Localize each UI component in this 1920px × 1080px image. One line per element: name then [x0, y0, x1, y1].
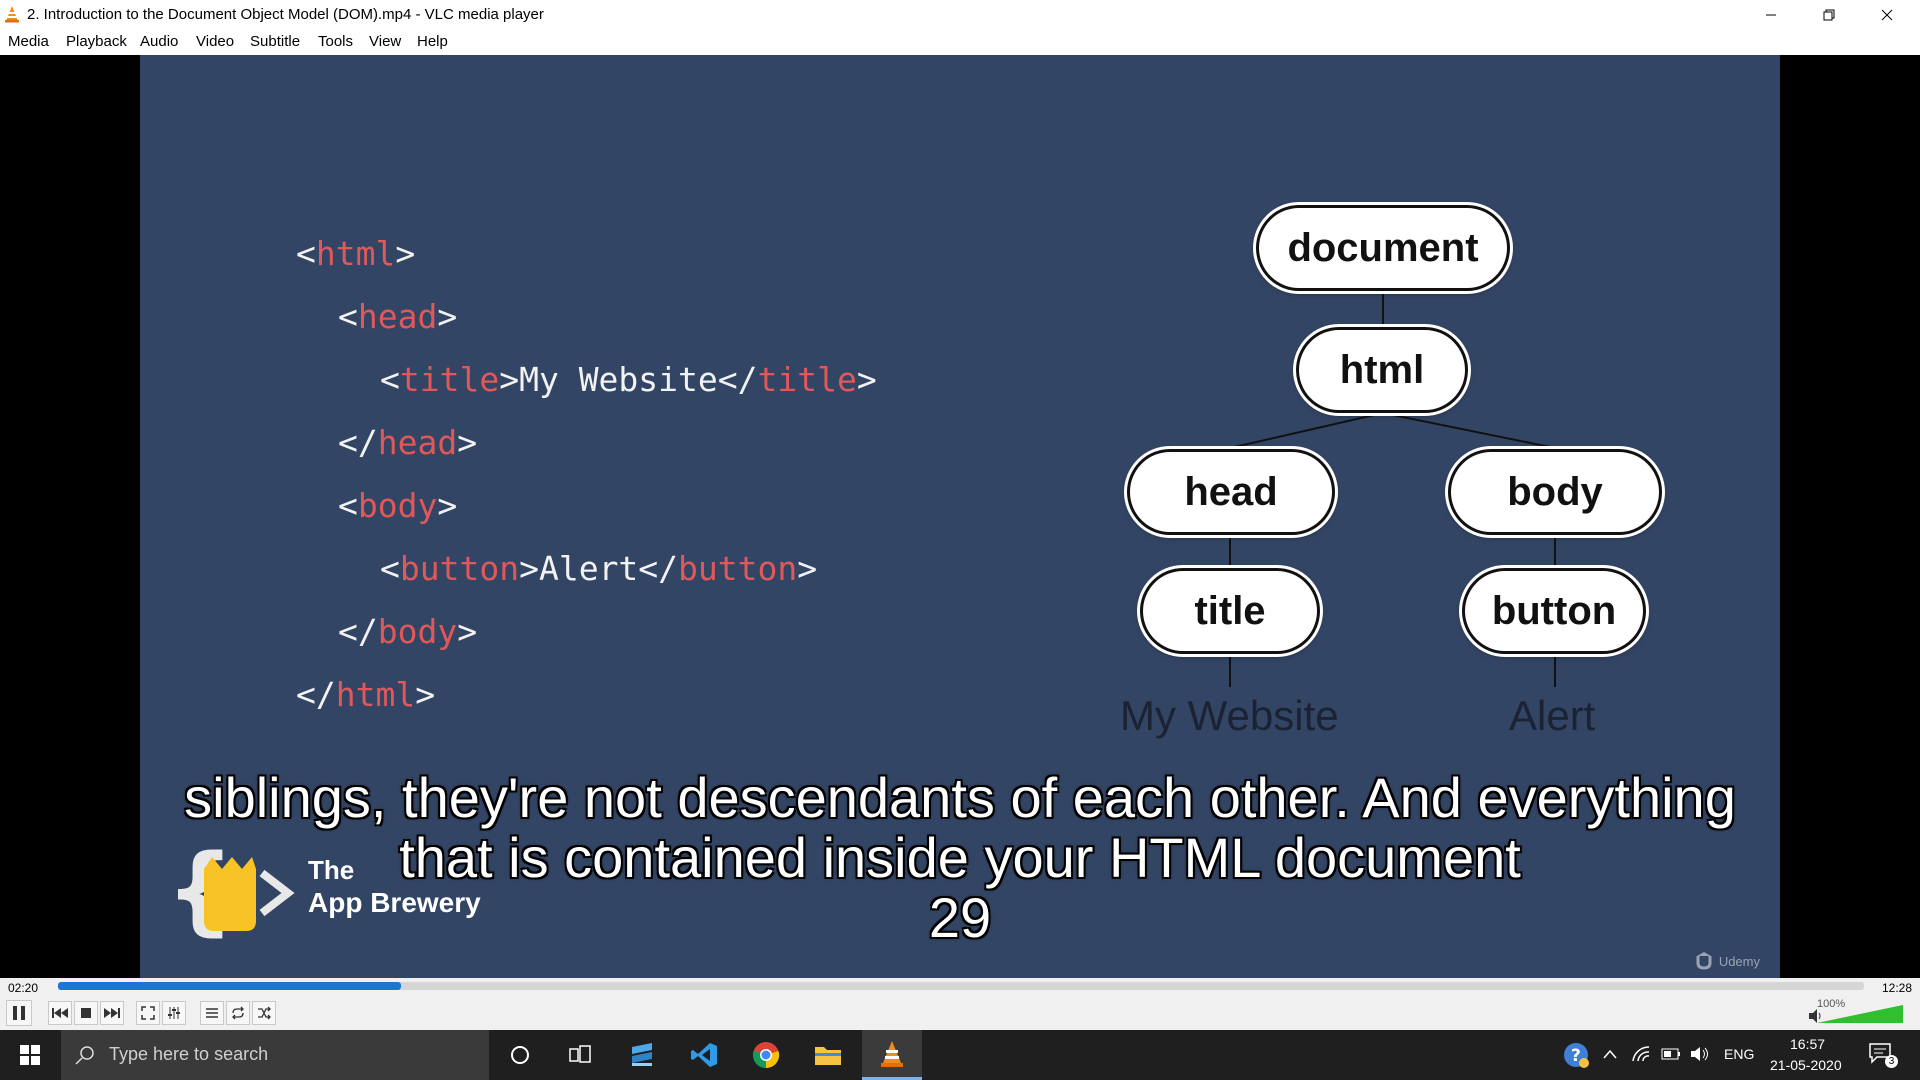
- minimize-icon: [1766, 14, 1776, 15]
- tree-text-alert: Alert: [1509, 692, 1596, 739]
- stop-button[interactable]: [74, 1001, 98, 1025]
- window-title: 2. Introduction to the Document Object M…: [27, 6, 544, 23]
- vlc-icon: [881, 1040, 903, 1067]
- menu-view[interactable]: View: [369, 33, 401, 50]
- restore-button[interactable]: [1800, 0, 1858, 29]
- stop-icon: [81, 1008, 91, 1018]
- cortana-icon: [511, 1046, 529, 1064]
- menu-bar: Media Playback Audio Video Subtitle Tool…: [0, 29, 1920, 55]
- clock-date[interactable]: 21-05-2020: [1770, 1057, 1842, 1073]
- subtitle-line-3: 29: [928, 886, 992, 949]
- language-indicator[interactable]: ENG: [1724, 1046, 1754, 1062]
- loop-icon: [232, 1006, 244, 1020]
- windows-icon: [20, 1045, 40, 1065]
- volume-slider[interactable]: 100%: [1815, 998, 1905, 1025]
- tree-node-head: head: [1127, 449, 1335, 535]
- taskbar-app-vscode[interactable]: [676, 1030, 732, 1080]
- playlist-icon: [206, 1008, 218, 1018]
- seek-bar[interactable]: [58, 982, 1864, 990]
- tree-node-title: title: [1140, 568, 1320, 654]
- tree-node-html: html: [1296, 327, 1468, 413]
- close-button[interactable]: [1858, 0, 1916, 29]
- taskbar-app-vlc[interactable]: [862, 1030, 922, 1080]
- previous-button[interactable]: [48, 1001, 72, 1025]
- vscode-icon: [691, 1043, 717, 1067]
- next-button[interactable]: [100, 1001, 124, 1025]
- tree-text-my-website: My Website: [1120, 692, 1339, 739]
- video-display[interactable]: <html> <head> <title>My Website</title> </h…: [0, 55, 1920, 978]
- menu-playback[interactable]: Playback: [66, 33, 127, 50]
- menu-help[interactable]: Help: [417, 33, 448, 50]
- skip-back-icon: [52, 1008, 68, 1018]
- taskbar: Type here to search ? ENG 16:57 21-05-20…: [0, 1030, 1920, 1080]
- menu-tools[interactable]: Tools: [318, 33, 353, 50]
- wifi-icon[interactable]: [1632, 1046, 1650, 1062]
- fullscreen-icon: [141, 1006, 155, 1020]
- clock-time[interactable]: 16:57: [1790, 1036, 1825, 1052]
- playlist-button[interactable]: [200, 1001, 224, 1025]
- skip-forward-icon: [104, 1008, 120, 1018]
- task-view-icon: [569, 1045, 591, 1063]
- shuffle-icon: [258, 1006, 271, 1020]
- search-placeholder: Type here to search: [109, 1044, 269, 1064]
- help-icon: ?: [1564, 1043, 1589, 1068]
- menu-video[interactable]: Video: [196, 33, 234, 50]
- volume-level: 100%: [1817, 998, 1846, 1010]
- udemy-watermark: Udemy: [1695, 952, 1760, 970]
- notification-count: 3: [1885, 1055, 1898, 1068]
- start-button[interactable]: [2, 1030, 58, 1080]
- title-bar: 2. Introduction to the Document Object M…: [0, 0, 1920, 29]
- restore-icon: [1823, 9, 1835, 20]
- taskbar-app-file-explorer[interactable]: [800, 1030, 856, 1080]
- total-time: 12:28: [1881, 981, 1912, 995]
- cortana-button[interactable]: [492, 1030, 548, 1080]
- seek-progress: [58, 982, 402, 990]
- menu-audio[interactable]: Audio: [140, 33, 178, 50]
- app-icon: [632, 1043, 652, 1066]
- chrome-icon: [752, 1042, 780, 1069]
- task-view-button[interactable]: [552, 1030, 608, 1080]
- loop-button[interactable]: [226, 1001, 250, 1025]
- tree-node-body: body: [1448, 449, 1662, 535]
- equalizer-icon: [168, 1007, 180, 1019]
- menu-media[interactable]: Media: [8, 33, 49, 50]
- volume-tray-icon[interactable]: [1690, 1045, 1710, 1063]
- elapsed-time: 02:20: [8, 981, 39, 995]
- shuffle-button[interactable]: [252, 1001, 276, 1025]
- folder-icon: [815, 1047, 841, 1065]
- menu-subtitle[interactable]: Subtitle: [250, 33, 300, 50]
- taskbar-app-chrome[interactable]: [738, 1030, 794, 1080]
- search-icon: [75, 1046, 94, 1065]
- subtitle-line-2: that is contained inside your HTML docum…: [399, 826, 1521, 889]
- show-hidden-icons-icon[interactable]: [1603, 1048, 1617, 1060]
- battery-icon[interactable]: [1661, 1048, 1681, 1060]
- minimize-button[interactable]: [1742, 0, 1800, 29]
- tree-node-document: document: [1256, 205, 1510, 291]
- vlc-icon: [5, 6, 19, 23]
- close-icon: [1881, 9, 1893, 20]
- tree-node-button: button: [1462, 568, 1646, 654]
- player-controls: 02:20 12:28 100%: [0, 978, 1920, 1030]
- pause-icon: [13, 1006, 25, 1020]
- extended-settings-button[interactable]: [162, 1001, 186, 1025]
- udemy-label: Udemy: [1718, 953, 1760, 969]
- udemy-icon: [1696, 952, 1712, 970]
- fullscreen-button[interactable]: [136, 1001, 160, 1025]
- help-tray-button[interactable]: ?: [1562, 1041, 1590, 1069]
- action-center-button[interactable]: 3: [1868, 1042, 1898, 1068]
- subtitle-line-1: siblings, they're not descendants of eac…: [184, 766, 1736, 829]
- taskbar-app-sublime[interactable]: [614, 1030, 670, 1080]
- taskbar-search-input[interactable]: Type here to search: [61, 1030, 489, 1080]
- pause-button[interactable]: [6, 1000, 32, 1026]
